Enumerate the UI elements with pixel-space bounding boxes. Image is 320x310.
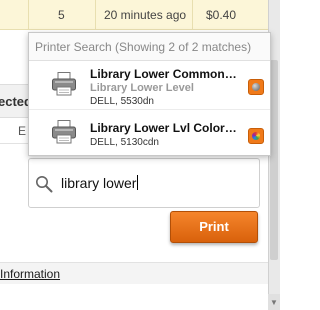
footer-spacer <box>0 284 268 310</box>
row-text: E <box>18 124 27 138</box>
column-divider <box>28 0 29 30</box>
job-count: 5 <box>58 8 65 22</box>
results-summary: Printer Search (Showing 2 of 2 matches) <box>35 40 252 54</box>
printer-search-dropdown: Printer Search (Showing 2 of 2 matches) … <box>28 32 271 156</box>
printer-icon <box>52 72 76 96</box>
printer-result-item[interactable]: Library Lower Lvl Color Pr… DELL, 5130cd… <box>29 111 270 159</box>
printer-icon <box>52 120 76 144</box>
chevron-down-icon: ▼ <box>270 298 278 307</box>
print-button[interactable]: Print <box>170 211 258 243</box>
column-divider <box>192 0 193 30</box>
column-divider <box>95 0 96 30</box>
information-link[interactable]: Information <box>0 267 60 281</box>
dropdown-header: Printer Search (Showing 2 of 2 matches) <box>29 33 270 61</box>
job-time: 20 minutes ago <box>104 8 187 22</box>
toner-dot <box>252 83 260 91</box>
table-row-fragment: E <box>0 118 30 144</box>
text-caret <box>137 175 139 190</box>
color-toner-icon <box>248 128 264 144</box>
background-table-row: 5 20 minutes ago $0.40 <box>0 0 268 30</box>
mono-toner-icon <box>248 79 264 95</box>
printer-location: Library Lower Level <box>90 82 194 94</box>
table-header-fragment: ected <box>0 84 32 118</box>
search-icon <box>36 176 53 193</box>
search-input-value[interactable]: library lower <box>61 175 139 191</box>
printer-model: DELL, 5130cdn <box>90 137 159 148</box>
printer-name: Library Lower Lvl Color Pr… <box>90 121 240 135</box>
scrollbar-thumb[interactable] <box>270 60 278 260</box>
job-cost: $0.40 <box>206 8 237 22</box>
printer-name: Library Lower Commons … <box>90 67 240 81</box>
printer-result-item[interactable]: Library Lower Commons … Library Lower Le… <box>29 62 270 110</box>
printer-model: DELL, 5530dn <box>90 96 154 107</box>
footer: Information <box>0 262 268 284</box>
scroll-down-button[interactable]: ▼ <box>268 294 280 310</box>
toner-dot <box>252 132 260 140</box>
